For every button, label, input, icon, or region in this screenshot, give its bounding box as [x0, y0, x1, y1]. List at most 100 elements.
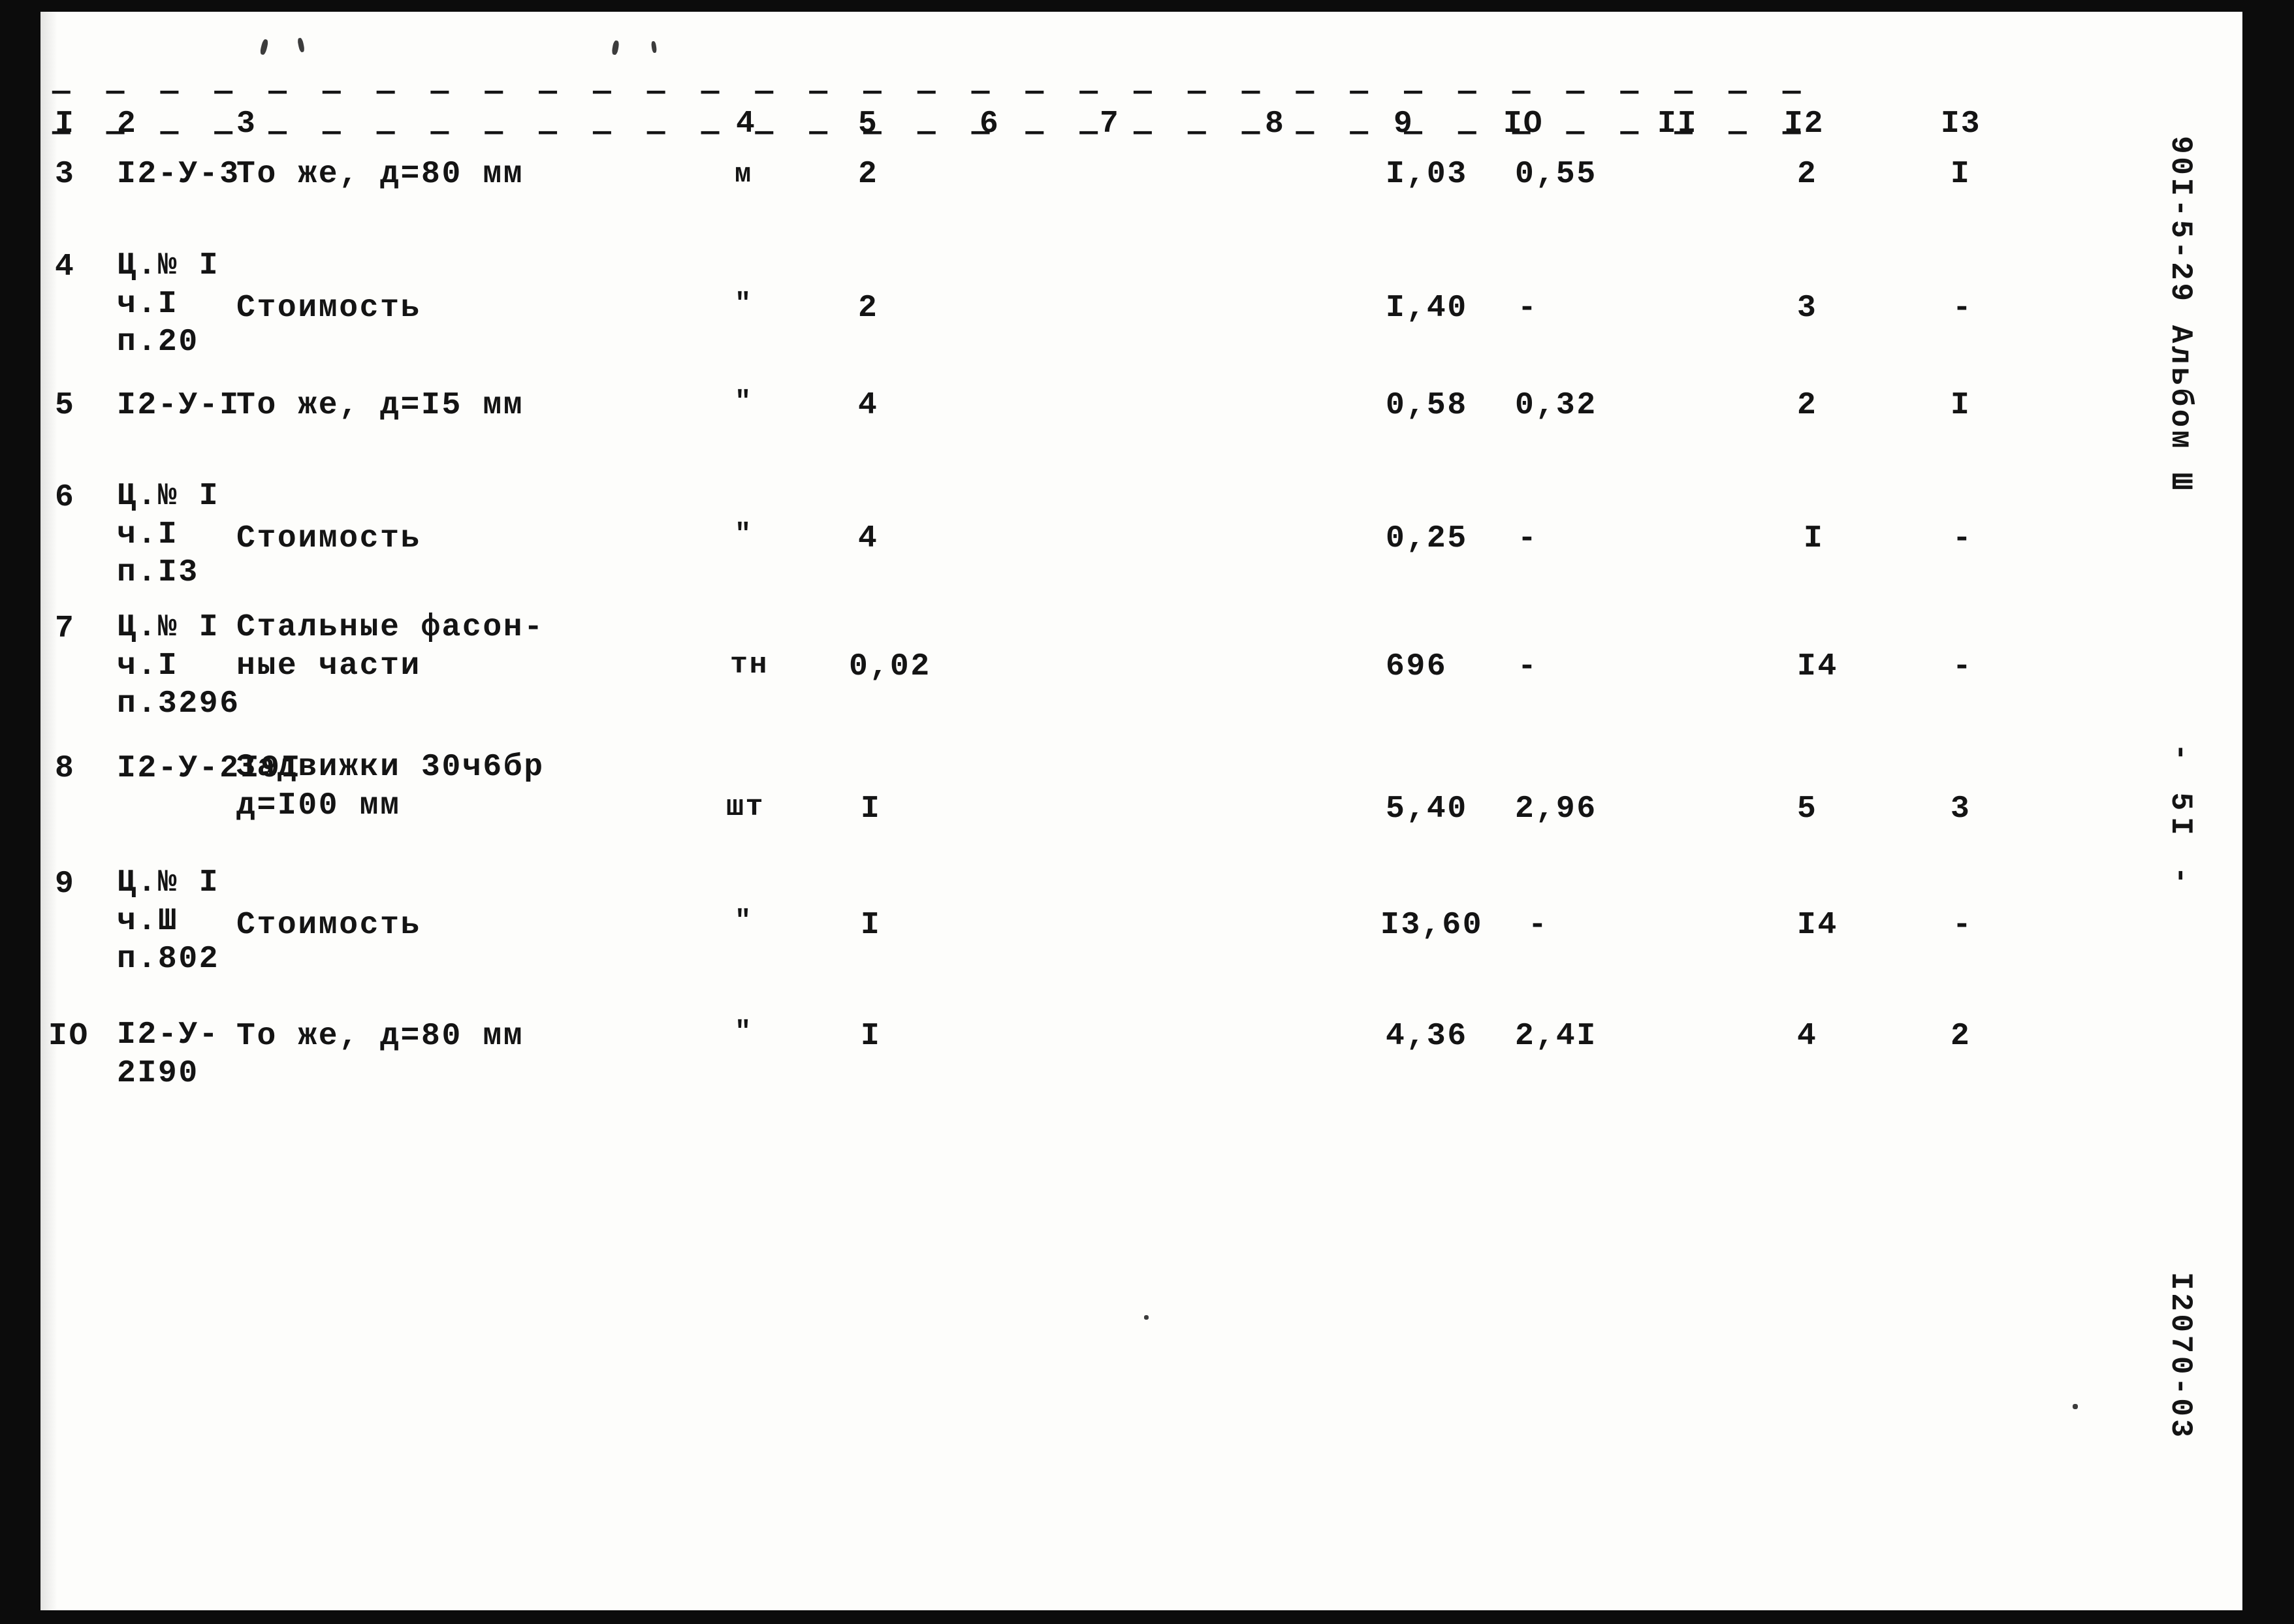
- table-top-rule: — — — — — — — — — — — — — — — — — — — — …: [52, 75, 1810, 109]
- cell-col4: шт: [726, 791, 765, 824]
- table-row: -: [1952, 518, 1973, 559]
- table-row: 0,55: [1515, 154, 1597, 195]
- table-row: 2: [1951, 1016, 1971, 1057]
- table-row: 8: [55, 748, 75, 789]
- table-row: м: [735, 157, 753, 193]
- table-row: ": [735, 384, 753, 420]
- cell-col12: 2: [1797, 157, 1818, 192]
- table-row: I3,60: [1380, 905, 1483, 946]
- cell-col1: IO: [48, 1019, 89, 1054]
- cell-col4: ": [735, 905, 753, 936]
- table-row: -: [1952, 905, 1973, 946]
- cell-col13: -: [1952, 521, 1973, 556]
- cell-col2: Ц.№ I ч.Ш п.802: [117, 865, 220, 978]
- cell-col3: Стоимость: [236, 291, 422, 326]
- cell-col2: I2-У- 2I90: [117, 1017, 220, 1091]
- cell-col3: То же, д=80 мм: [236, 1019, 524, 1054]
- table-row: I,03: [1386, 154, 1468, 195]
- table-row: I4: [1797, 905, 1838, 946]
- table-row: ": [735, 1014, 753, 1050]
- cell-col3: Задвижки 30ч6бр д=I00 мм: [236, 750, 545, 823]
- cell-col1: 6: [55, 480, 76, 515]
- cell-col12: 3: [1797, 291, 1818, 326]
- cell-col4: ": [735, 518, 753, 550]
- table-row: 7: [55, 609, 75, 649]
- table-row: I2-У- 2I90: [117, 1016, 219, 1092]
- table-row: IO: [48, 1016, 89, 1057]
- table-row: 5: [55, 385, 75, 426]
- cell-col5: 4: [858, 388, 879, 423]
- table-row: ": [735, 286, 753, 322]
- table-row: 5: [1797, 789, 1817, 829]
- column-header-13: I3: [1941, 106, 1981, 142]
- table-row: 2,96: [1515, 789, 1597, 829]
- cell-col10: 0,55: [1515, 157, 1597, 192]
- cell-col13: 3: [1951, 791, 1971, 827]
- table-header-rule: — — — — — — — — — — — — — — — — — — — — …: [52, 116, 1810, 150]
- table-row: То же, д=80 мм: [236, 154, 524, 195]
- table-row: I2-У-3: [117, 154, 240, 195]
- table-row: 9: [55, 864, 75, 904]
- cell-col3: Стальные фасон- ные части: [236, 610, 545, 684]
- table-row: 4: [858, 518, 878, 559]
- table-row: -: [1528, 905, 1548, 946]
- cell-col2: Ц.№ I ч.I п.I3: [117, 479, 220, 591]
- table-row: Ц.№ I ч.I п.3296: [117, 609, 240, 724]
- cell-col9: 696: [1386, 649, 1448, 684]
- cell-col1: 3: [55, 157, 76, 192]
- table-row: ": [735, 517, 753, 552]
- table-row: 4,36: [1386, 1016, 1468, 1057]
- cell-col1: 9: [55, 867, 76, 902]
- page-number: - 5I -: [2163, 743, 2197, 891]
- document-page: — — — — — — — — — — — — — — — — — — — — …: [40, 12, 2242, 1610]
- cell-col12: 2: [1797, 388, 1818, 423]
- cell-col10: -: [1518, 649, 1538, 684]
- table-row: 3: [55, 154, 75, 195]
- table-row: 5,40: [1386, 789, 1468, 829]
- table-row: -: [1952, 646, 1973, 687]
- table-row: тн: [730, 646, 769, 685]
- cell-col13: I: [1951, 388, 1971, 423]
- cell-col9: 0,25: [1386, 521, 1468, 556]
- cell-col2: Ц.№ I ч.I п.3296: [117, 610, 240, 722]
- cell-col12: 4: [1797, 1019, 1818, 1054]
- table-row: Ц.№ I ч.I п.20: [117, 247, 219, 362]
- cell-col2: I2-У-I: [117, 388, 240, 423]
- cell-col10: -: [1518, 521, 1538, 556]
- cell-col2: I2-У-3: [117, 157, 240, 192]
- table-row: Ц.№ I ч.Ш п.802: [117, 864, 219, 979]
- cell-col1: 7: [55, 611, 76, 646]
- table-row: 0,25: [1386, 518, 1468, 559]
- table-row: 4: [1797, 1016, 1817, 1057]
- cell-col13: 2: [1951, 1019, 1971, 1054]
- cell-col13: -: [1952, 649, 1973, 684]
- table-row: Ц.№ I ч.I п.I3: [117, 477, 219, 592]
- specification-table: — — — — — — — — — — — — — — — — — — — — …: [40, 12, 2242, 1610]
- cell-col10: -: [1528, 908, 1549, 943]
- table-row: 3: [1797, 288, 1817, 328]
- table-row: 4: [55, 247, 75, 287]
- table-row: -: [1518, 646, 1538, 687]
- cell-col9: 5,40: [1386, 791, 1468, 827]
- table-row: 2: [1797, 385, 1817, 426]
- cell-col3: То же, д=I5 мм: [236, 388, 524, 423]
- cell-col12: I4: [1797, 649, 1838, 684]
- table-row: I: [861, 905, 881, 946]
- cell-col5: I: [861, 1019, 882, 1054]
- table-row: 3: [1951, 789, 1971, 829]
- cell-col13: -: [1952, 908, 1973, 943]
- cell-col12: I: [1804, 521, 1824, 556]
- cell-col4: ": [735, 1016, 753, 1047]
- drawing-code: I2070-03: [2163, 1272, 2197, 1441]
- cell-col5: I: [861, 908, 882, 943]
- table-row: 2: [858, 154, 878, 195]
- cell-col13: I: [1951, 157, 1971, 192]
- table-row: -: [1518, 288, 1538, 328]
- cell-col5: I: [861, 791, 882, 827]
- cell-col5: 4: [858, 521, 879, 556]
- table-row: 2: [1797, 154, 1817, 195]
- table-row: шт: [726, 789, 765, 827]
- cell-col4: ": [735, 288, 753, 319]
- table-row: Задвижки 30ч6бр д=I00 мм: [236, 748, 545, 825]
- cell-col3: То же, д=80 мм: [236, 157, 524, 192]
